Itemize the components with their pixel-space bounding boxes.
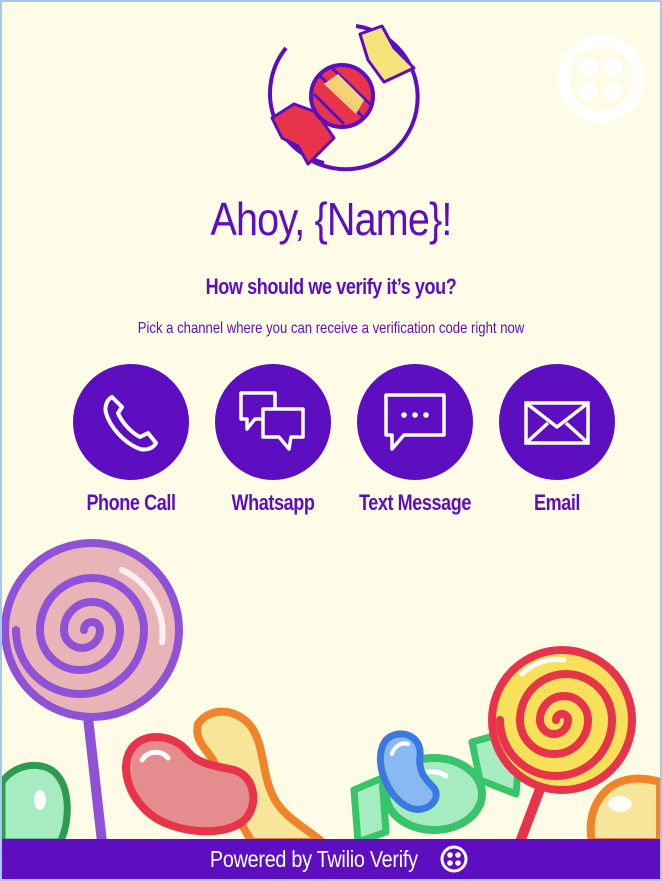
channel-label: Email (533, 490, 581, 515)
channel-label: Text Message (358, 490, 472, 515)
text-message-button[interactable]: Text Message (340, 364, 490, 516)
page-description: Pick a channel where you can receive a v… (137, 320, 525, 337)
twilio-logo-icon (439, 844, 469, 874)
powered-by-text: Powered by Twilio Verify (210, 845, 418, 872)
email-button[interactable]: Email (482, 364, 632, 516)
channel-label: Whatsapp (231, 490, 315, 515)
envelope-icon (499, 364, 615, 480)
channel-label: Phone Call (86, 490, 176, 515)
page-title: Ahoy, {Name}! (210, 193, 453, 245)
twilio-logo-icon (554, 32, 648, 126)
chat-bubbles-icon (215, 364, 331, 480)
channel-options: Phone Call Whatsapp Text Message Email (2, 364, 660, 534)
phone-call-button[interactable]: Phone Call (56, 364, 206, 516)
phone-icon (73, 364, 189, 480)
message-bubble-icon (357, 364, 473, 480)
page-subtitle: How should we verify it’s you? (205, 274, 457, 299)
whatsapp-button[interactable]: Whatsapp (198, 364, 348, 516)
verify-page: Ahoy, {Name}! How should we verify it’s … (0, 0, 662, 881)
candy-illustration (2, 532, 660, 847)
candy-logo-icon (264, 20, 424, 175)
footer-bar: Powered by Twilio Verify (2, 839, 660, 879)
